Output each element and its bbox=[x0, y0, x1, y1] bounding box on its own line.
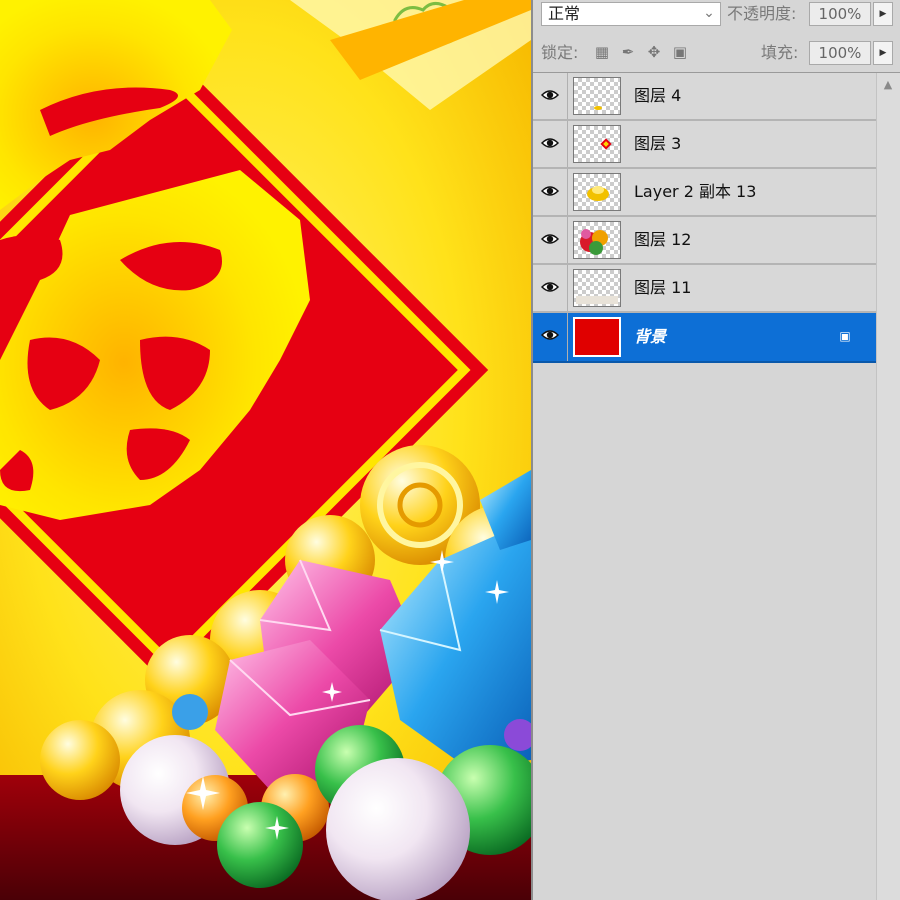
layer-list: 图层 4 图层 3 Layer 2 副本 13 图层 12 图层 11 背景 ▣ bbox=[533, 73, 876, 363]
eye-icon bbox=[541, 186, 559, 196]
layer-row[interactable]: 图层 12 bbox=[533, 217, 876, 265]
document-canvas[interactable] bbox=[0, 0, 531, 900]
visibility-toggle[interactable] bbox=[533, 121, 568, 167]
layer-row[interactable]: 图层 3 bbox=[533, 121, 876, 169]
opacity-label: 不透明度: bbox=[727, 4, 797, 23]
eye-icon bbox=[541, 282, 559, 292]
layer-thumbnail bbox=[573, 269, 621, 307]
eye-icon bbox=[541, 90, 559, 100]
layer-thumbnail bbox=[573, 77, 621, 115]
layer-thumbnail bbox=[573, 221, 621, 259]
eye-icon bbox=[541, 330, 559, 340]
lock-position-move-icon[interactable]: ✥ bbox=[645, 43, 663, 61]
layer-name: 图层 11 bbox=[634, 278, 692, 297]
lock-transparent-pixels-icon[interactable]: ▦ bbox=[593, 43, 611, 61]
lock-image-pixels-brush-icon[interactable]: ✒ bbox=[619, 43, 637, 61]
layer-row-selected[interactable]: 背景 ▣ bbox=[533, 313, 876, 363]
lock-label: 锁定: bbox=[541, 43, 579, 62]
visibility-toggle[interactable] bbox=[533, 313, 568, 361]
visibility-toggle[interactable] bbox=[533, 217, 568, 263]
fill-input[interactable]: 100% bbox=[809, 41, 871, 65]
layer-thumbnail bbox=[573, 173, 621, 211]
layer-name: 图层 4 bbox=[634, 86, 682, 105]
lock-options-row: 锁定: ▦ ✒ ✥ ▣ 填充: 100% ▶ bbox=[533, 38, 900, 68]
layers-panel: 正常 ⌄ 不透明度: 100% ▶ 锁定: ▦ ✒ ✥ ▣ 填充: 100% ▶… bbox=[531, 0, 900, 900]
layer-name: Layer 2 副本 13 bbox=[634, 182, 757, 201]
layer-thumbnail bbox=[573, 317, 621, 357]
layer-row[interactable]: Layer 2 副本 13 bbox=[533, 169, 876, 217]
eye-icon bbox=[541, 138, 559, 148]
lock-all-icon[interactable]: ▣ bbox=[671, 43, 689, 61]
opacity-slider-arrow-icon[interactable]: ▶ bbox=[873, 2, 893, 26]
blend-options-row: 正常 ⌄ 不透明度: 100% ▶ bbox=[533, 0, 900, 30]
visibility-toggle[interactable] bbox=[533, 73, 568, 119]
blend-mode-select[interactable]: 正常 bbox=[541, 2, 721, 26]
layer-row[interactable]: 图层 11 bbox=[533, 265, 876, 313]
scroll-up-arrow-icon[interactable]: ▲ bbox=[877, 75, 899, 95]
layer-lock-icon: ▣ bbox=[839, 329, 851, 343]
layer-name: 背景 bbox=[634, 327, 667, 346]
fill-slider-arrow-icon[interactable]: ▶ bbox=[873, 41, 893, 65]
visibility-toggle[interactable] bbox=[533, 265, 568, 311]
fill-label: 填充: bbox=[761, 43, 799, 62]
layer-name: 图层 12 bbox=[634, 230, 692, 249]
artwork bbox=[0, 0, 531, 900]
chevron-down-icon[interactable]: ⌄ bbox=[697, 2, 721, 26]
opacity-input[interactable]: 100% bbox=[809, 2, 871, 26]
visibility-toggle[interactable] bbox=[533, 169, 568, 215]
layer-thumbnail bbox=[573, 125, 621, 163]
layer-list-scrollbar[interactable]: ▲ bbox=[876, 73, 900, 900]
layer-row[interactable]: 图层 4 bbox=[533, 73, 876, 121]
layer-name: 图层 3 bbox=[634, 134, 682, 153]
blend-mode-value: 正常 bbox=[548, 4, 581, 23]
eye-icon bbox=[541, 234, 559, 244]
